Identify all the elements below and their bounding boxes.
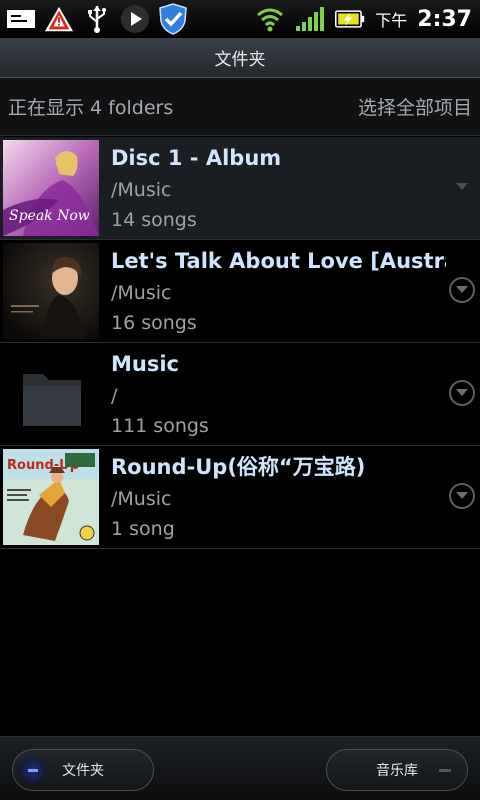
chevron-down-icon[interactable] <box>449 380 475 406</box>
battery-charging-icon <box>335 4 365 34</box>
bottom-tab-bar: 文件夹 音乐库 <box>0 736 480 800</box>
wifi-icon <box>255 4 285 34</box>
album-cover: Speak Now <box>3 140 99 236</box>
folder-count-label: 正在显示 4 folders <box>8 97 174 119</box>
folder-path: /Music <box>111 488 172 510</box>
play-icon <box>120 4 150 34</box>
chevron-down-icon[interactable] <box>449 277 475 303</box>
folder-title: Music <box>111 352 179 376</box>
tab-library[interactable]: 音乐库 <box>326 749 468 791</box>
list-item[interactable]: Round-Up Round-Up(俗称“万宝路) /Music 1 song <box>0 446 480 549</box>
clock-time: 2:37 <box>417 6 472 32</box>
warning-icon <box>44 4 74 34</box>
folder-path: /Music <box>111 179 172 201</box>
title-bar: 文件夹 <box>0 38 480 78</box>
tab-library-label: 音乐库 <box>376 763 418 779</box>
folder-list: Speak Now Disc 1 - Album /Music 14 songs <box>0 137 480 549</box>
select-all-link[interactable]: 选择全部项目 <box>358 93 472 120</box>
usb-icon <box>82 4 112 34</box>
album-cover <box>3 243 99 339</box>
song-count: 1 song <box>111 518 175 540</box>
tab-folders[interactable]: 文件夹 <box>12 749 154 791</box>
list-item[interactable]: Music / 111 songs <box>0 343 480 446</box>
shield-check-icon <box>158 3 188 35</box>
song-count: 14 songs <box>111 209 197 231</box>
notification-icons <box>0 3 188 35</box>
folder-title: Round-Up(俗称“万宝路) <box>111 455 366 479</box>
chevron-down-icon[interactable] <box>449 483 475 509</box>
folder-title: Disc 1 - Album <box>111 146 282 170</box>
inactive-indicator-icon <box>439 769 451 772</box>
signal-icon <box>295 4 325 34</box>
status-bar: 下午 2:37 <box>0 0 480 38</box>
time-ampm: 下午 <box>375 11 408 30</box>
song-count: 16 songs <box>111 312 197 334</box>
album-cover: Round-Up <box>3 449 99 545</box>
message-icon <box>6 4 36 34</box>
active-indicator-icon <box>21 758 45 782</box>
tab-folders-label: 文件夹 <box>62 763 104 779</box>
page-title: 文件夹 <box>214 50 266 70</box>
folder-path: /Music <box>111 282 172 304</box>
info-row: 正在显示 4 folders 选择全部项目 <box>0 78 480 136</box>
album-cover-text: Speak Now <box>9 208 90 224</box>
folder-icon <box>3 346 99 442</box>
chevron-down-icon[interactable] <box>449 174 475 200</box>
list-item[interactable]: Let's Talk About Love [Austra /Music 16 … <box>0 240 480 343</box>
list-item[interactable]: Speak Now Disc 1 - Album /Music 14 songs <box>0 137 480 240</box>
folder-path: / <box>111 385 118 407</box>
song-count: 111 songs <box>111 415 209 437</box>
folder-title: Let's Talk About Love [Austra <box>111 249 446 273</box>
